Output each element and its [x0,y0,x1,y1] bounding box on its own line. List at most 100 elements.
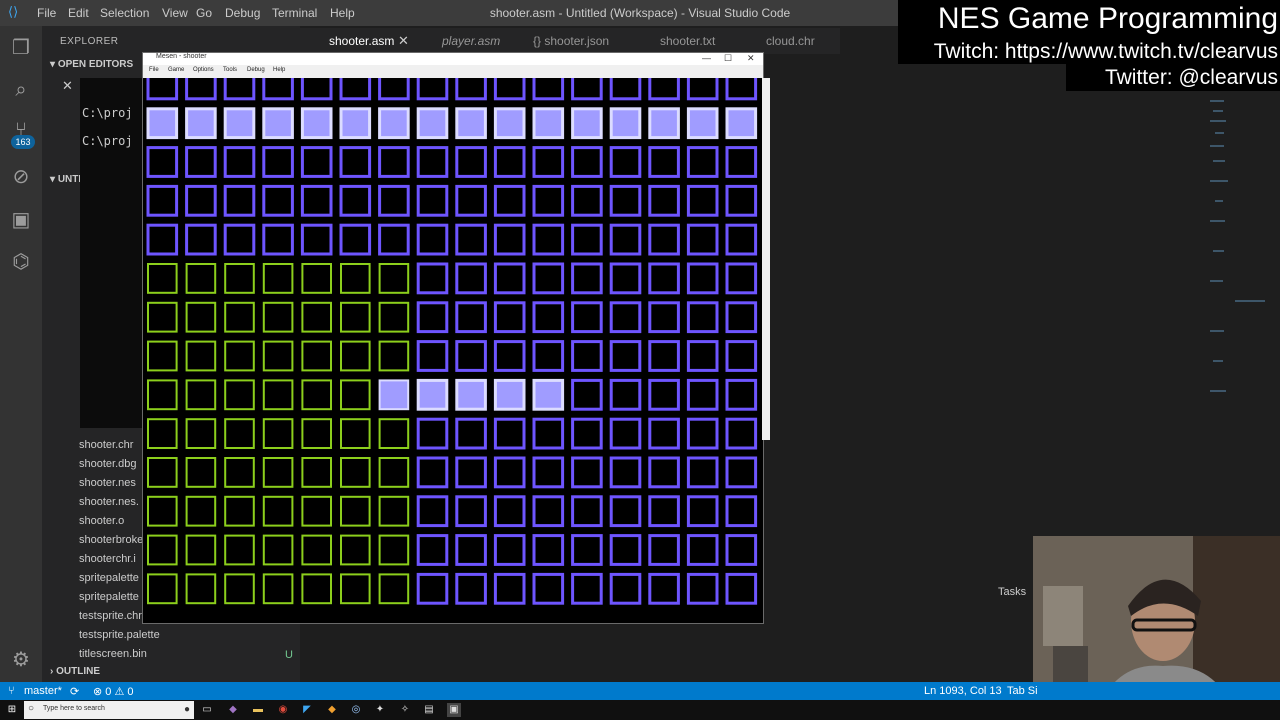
app-icon[interactable]: ◆ [325,703,339,717]
game-tile [416,262,449,295]
file-item[interactable]: spritepalette [79,572,139,584]
game-tile [493,456,526,489]
game-tile [378,146,410,178]
game-tile [416,146,449,178]
game-tile [378,534,410,566]
game-tile [378,184,410,217]
debug-icon[interactable]: ⊘ [9,165,33,189]
game-tile [532,340,565,372]
tab-shooter-txt[interactable]: shooter.txt [660,34,715,48]
close-icon[interactable]: ✕ [747,53,755,64]
game-tile [147,418,178,450]
branch-icon[interactable]: ⑂ [8,685,15,697]
problems-indicator[interactable]: ⊗ 0 ⚠ 0 [93,685,133,698]
emu-menu-tools[interactable]: Tools [223,67,237,73]
search-icon[interactable]: ⌕ [9,78,33,102]
game-tile [609,340,642,372]
file-item[interactable]: shooter.o [79,515,124,527]
app-icon[interactable]: ◎ [349,703,363,717]
game-tile [416,456,449,489]
file-item[interactable]: shooter.chr [79,439,133,451]
emu-menu-file[interactable]: File [149,67,159,73]
close-editor-icon[interactable]: ✕ [62,78,73,94]
app-icon[interactable]: ✦ [373,703,387,717]
extensions-icon[interactable]: ▣ [9,208,33,232]
game-tile [223,146,256,178]
minimize-icon[interactable]: — [702,53,711,63]
vscode-taskbar-icon[interactable]: ◤ [300,703,314,717]
file-item[interactable]: shooter.dbg [79,458,137,470]
game-tile [493,417,526,450]
game-tile [339,223,372,256]
remote-icon[interactable]: ⌬ [9,250,33,274]
game-tile [185,534,217,566]
chrome-icon[interactable]: ◉ [276,703,290,717]
game-tile [686,107,719,140]
emulator-taskbar-icon[interactable]: ▣ [447,703,461,717]
emu-menu-debug[interactable]: Debug [247,67,265,73]
terminal-line: C:\proj [82,106,133,120]
emu-menu-game[interactable]: Game [168,67,184,73]
settings-gear-icon[interactable]: ⚙ [9,648,33,672]
game-tile [300,107,333,140]
game-tile [648,340,680,372]
app-icon[interactable]: ▤ [422,703,436,717]
visual-studio-icon[interactable]: ◆ [226,703,240,717]
game-tile [147,301,178,333]
open-editors-header[interactable]: ▾ OPEN EDITORS [50,59,133,70]
game-tile [378,223,410,256]
file-item[interactable]: shooterbroke [79,534,143,546]
tab-shooter-json[interactable]: {} shooter.json [533,34,609,48]
game-tile [455,223,487,256]
tab-close-icon[interactable]: ✕ [398,33,409,49]
tab-cloud-chr[interactable]: cloud.chr [766,34,815,48]
file-item[interactable]: testsprite.palette [79,629,160,641]
game-tile [686,572,719,605]
game-tile [185,263,217,294]
tab-size[interactable]: Tab Si [1007,685,1038,697]
game-tile [532,572,565,605]
tab-player-asm[interactable]: player.asm [442,34,500,48]
task-view-icon[interactable]: ▭ [200,703,214,717]
game-tile [262,263,294,294]
game-tile [609,223,642,256]
game-tile [146,223,179,256]
terminal-line: C:\proj [82,134,133,148]
file-item[interactable]: spritepalette [79,591,139,603]
file-item[interactable]: titlescreen.bin [79,648,147,660]
file-item[interactable]: testsprite.chr [79,610,142,622]
files-icon[interactable]: ❐ [9,36,33,60]
workspace-header[interactable]: ▾ UNTI [50,174,81,185]
microphone-icon[interactable]: ● [180,703,194,717]
game-tile [532,534,565,566]
maximize-icon[interactable]: ☐ [724,53,732,64]
game-tile [378,573,410,605]
game-tile [339,107,372,140]
branch-indicator[interactable]: master* [24,685,62,697]
file-item[interactable]: shooter.nes [79,477,136,489]
windows-start-icon[interactable]: ⊞ [5,703,19,717]
file-item[interactable]: shooterchr.i [79,553,136,565]
sync-icon[interactable]: ⟳ [70,685,79,698]
game-tile [147,457,178,488]
game-tile [416,495,449,528]
game-tile [455,572,487,605]
game-tile [301,573,332,605]
app-icon[interactable]: ✧ [398,703,412,717]
game-tile [262,301,294,333]
game-tile [300,184,333,217]
game-tile [493,534,526,566]
terminal-window[interactable] [80,78,144,428]
emu-menu-help[interactable]: Help [273,67,285,73]
game-tile [300,223,333,256]
game-tile [686,417,719,450]
cursor-position[interactable]: Ln 1093, Col 13 [924,685,1002,697]
tasks-label[interactable]: Tasks [998,586,1028,598]
outline-header[interactable]: › OUTLINE [50,666,100,677]
emulator-scrollbar[interactable] [762,78,770,440]
emu-menu-options[interactable]: Options [193,67,214,73]
game-tile [455,417,487,450]
file-explorer-icon[interactable]: ▬ [251,703,265,717]
file-item[interactable]: shooter.nes. [79,496,139,508]
tab-shooter-asm[interactable]: shooter.asm [329,34,394,48]
